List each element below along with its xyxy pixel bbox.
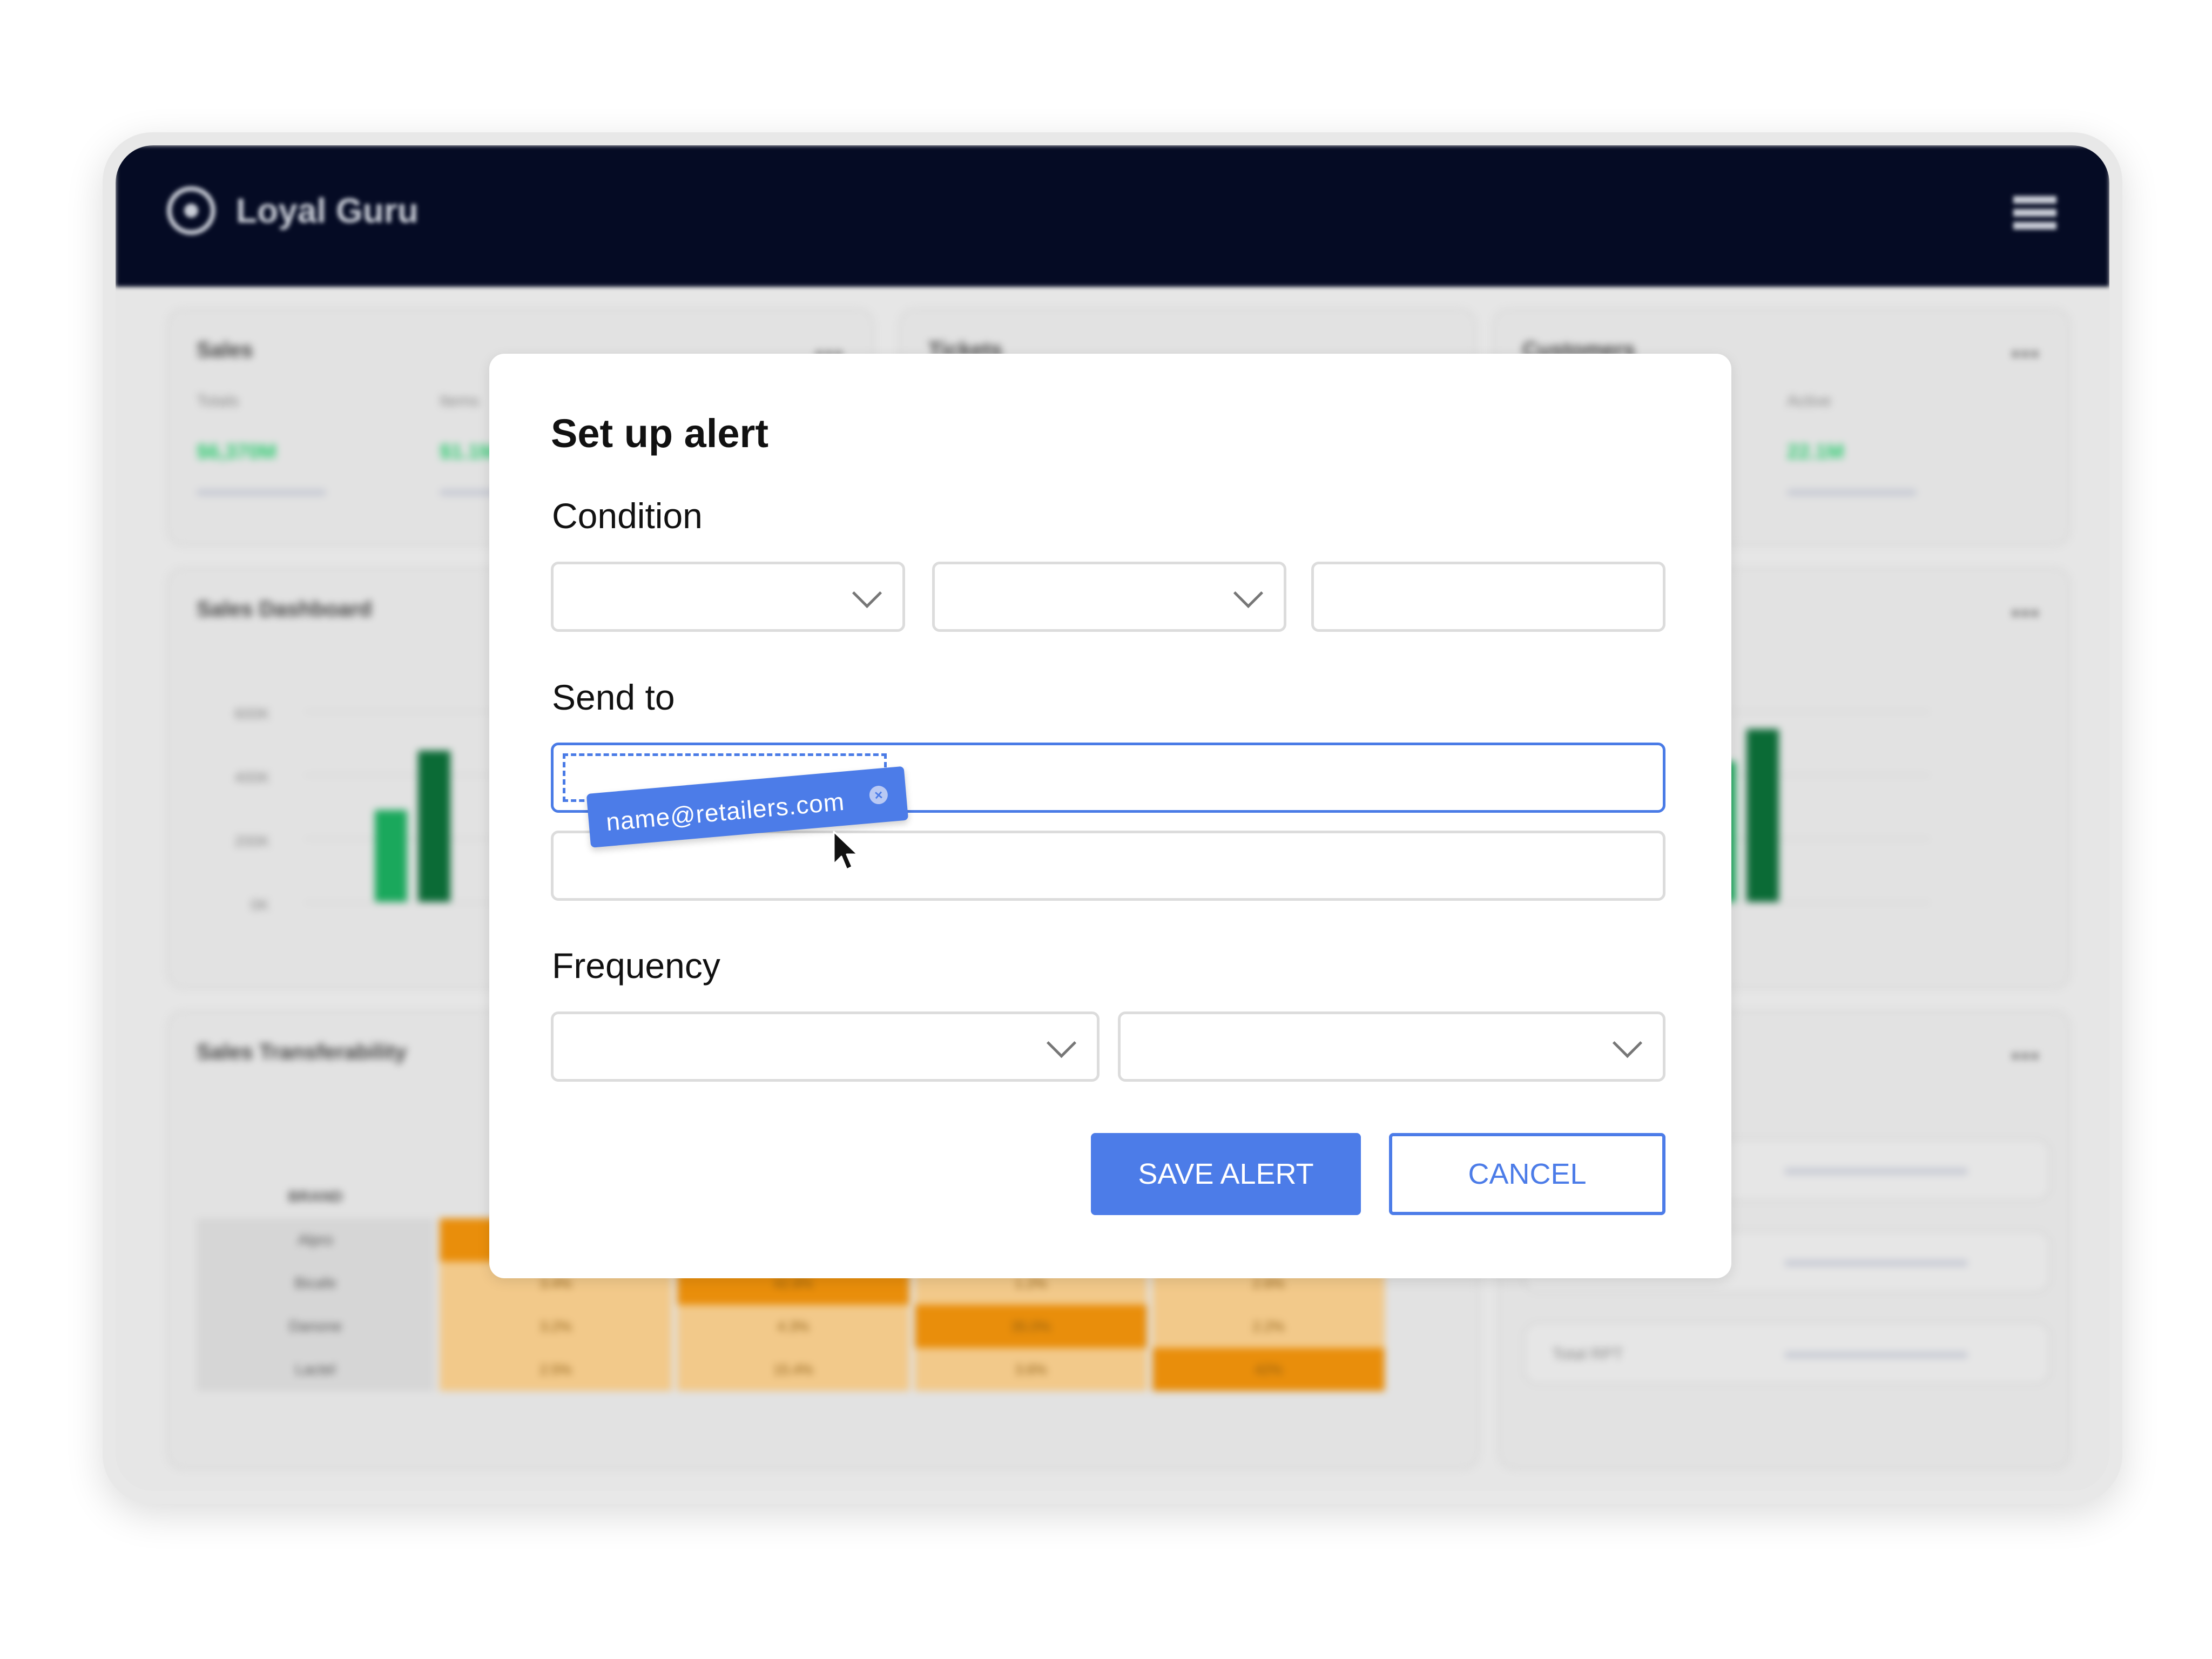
heat-cell: 2.2% [1152, 1305, 1385, 1348]
condition-label: Condition [552, 496, 703, 536]
frequency-interval-select[interactable] [551, 1011, 1100, 1082]
dialog-title: Set up alert [551, 411, 768, 456]
progress-bar [197, 489, 326, 496]
frequency-time-select[interactable] [1118, 1011, 1665, 1082]
chevron-down-icon [1612, 1028, 1643, 1058]
table-header: BRAND [288, 1188, 343, 1205]
heat-cell: 35.0% [915, 1305, 1147, 1348]
card-label: Totals [197, 392, 239, 410]
condition-operator-select[interactable] [932, 562, 1286, 632]
heat-cell: 15.4% [677, 1348, 909, 1391]
heat-cell: 3.6% [915, 1348, 1147, 1391]
card-value: $1.1M [440, 441, 497, 463]
list-item: Total RPT [1522, 1321, 2052, 1386]
bar [418, 751, 450, 902]
send-to-input-secondary[interactable] [551, 831, 1665, 901]
logo: Loyal Guru [167, 186, 419, 235]
bar [1746, 729, 1779, 902]
app-name: Loyal Guru [236, 191, 419, 230]
hamburger-menu-icon[interactable] [2013, 196, 2056, 239]
card-value: 22.1M [1787, 441, 1844, 463]
card-label: Items [440, 392, 480, 410]
app-header: Loyal Guru [116, 145, 2109, 287]
progress-bar [1787, 489, 1917, 496]
row-label: Danone [197, 1305, 434, 1348]
card-title: Sales Dashboard [197, 597, 372, 621]
heat-cell: 42% [1152, 1348, 1385, 1391]
chevron-down-icon [852, 578, 882, 609]
row-label: Alpro [197, 1218, 434, 1262]
frequency-label: Frequency [552, 946, 720, 986]
card-title: Sales Transferability [197, 1040, 407, 1064]
mouse-pointer-icon [833, 831, 859, 871]
condition-value-input[interactable] [1311, 562, 1665, 632]
bar [375, 810, 407, 902]
row-label: Bicafe [197, 1262, 434, 1305]
list-label: Total RPT [1552, 1345, 1623, 1363]
cancel-button[interactable]: CANCEL [1389, 1133, 1665, 1215]
heat-cell: 3.2% [440, 1305, 672, 1348]
card-title: Sales [197, 338, 253, 362]
close-icon[interactable]: × [868, 785, 889, 805]
axis-tick: 600K [234, 705, 270, 722]
send-to-label: Send to [552, 677, 675, 717]
chevron-down-icon [1233, 578, 1264, 609]
more-icon[interactable]: ••• [2012, 602, 2041, 626]
heat-cell: 4.3% [677, 1305, 909, 1348]
condition-metric-select[interactable] [551, 562, 905, 632]
save-alert-button[interactable]: SAVE ALERT [1091, 1133, 1361, 1215]
logo-icon [167, 186, 215, 235]
card-value: $6,370M [197, 441, 276, 463]
axis-tick: 200K [234, 833, 270, 849]
card-label: Active [1787, 392, 1831, 410]
axis-tick: 400K [234, 769, 270, 786]
row-label: Lactel [197, 1348, 434, 1391]
heat-cell: 2.5% [440, 1348, 672, 1391]
more-icon[interactable]: ••• [2012, 1044, 2041, 1069]
axis-tick: 0K [251, 896, 269, 913]
chevron-down-icon [1046, 1028, 1077, 1058]
more-icon[interactable]: ••• [2012, 342, 2041, 367]
